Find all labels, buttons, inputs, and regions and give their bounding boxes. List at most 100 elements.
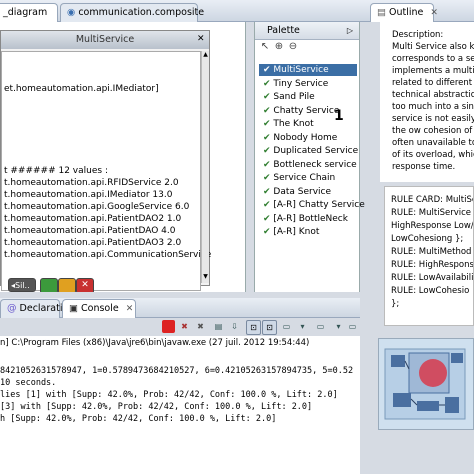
ms-line: t.homeautomation.api.PatientDAO3 2.0 xyxy=(4,238,182,248)
close-icon[interactable]: ✕ xyxy=(430,8,438,18)
description-line: Description: xyxy=(392,30,444,40)
terminate-icon[interactable] xyxy=(162,320,175,333)
palette-item[interactable]: ✔ [A-R] Knot xyxy=(259,226,357,238)
open-console-icon[interactable]: ▭ xyxy=(314,320,327,333)
console-line: 10 seconds. xyxy=(0,378,57,388)
ms-line: t.homeautomation.api.RFIDService 2.0 xyxy=(4,178,179,188)
palette-item[interactable]: ✔ Tiny Service xyxy=(259,78,357,90)
scroll-up-icon[interactable]: ▲ xyxy=(202,51,209,59)
pin-console-icon[interactable]: ▭ xyxy=(280,320,293,333)
check-icon: ✔ xyxy=(263,65,274,75)
palette-item-label: Chatty Service xyxy=(273,105,340,116)
description-line: too much into a single xyxy=(392,102,474,112)
sil-button[interactable]: ◂Sil.. xyxy=(8,278,36,292)
palette-item-label: Duplicated Service xyxy=(273,146,359,156)
vertical-scrollbar[interactable]: ▲ ▼ xyxy=(201,51,209,283)
console-line: h [Supp: 42.0%, Prob: 42/42, Conf: 100.0… xyxy=(0,414,277,424)
description-line: related to different bu xyxy=(392,78,474,88)
thumbnail-graphic xyxy=(384,348,466,420)
rule-card-pane: RULE CARD: MultiSe RULE: MultiService { … xyxy=(384,186,474,326)
declaration-icon: @ xyxy=(7,303,17,314)
palette-item-label: The Knot xyxy=(273,119,314,129)
description-line: response time. xyxy=(392,162,456,172)
palette-item[interactable]: ✔ [A-R] Chatty Service xyxy=(259,199,365,211)
show-stdout-icon[interactable]: ⊡ xyxy=(246,320,261,335)
multiservice-window[interactable]: MultiService ✕ et.homeautomation.api.IMe… xyxy=(0,30,211,291)
check-icon: ✔ xyxy=(263,227,274,237)
console-menu-icon[interactable]: ▾ xyxy=(332,320,345,333)
zoom-in-icon[interactable]: ⊕ xyxy=(273,41,285,53)
console-line: lies [1] with [Supp: 42.0%, Prob: 42/42,… xyxy=(0,390,338,400)
tab-declaration[interactable]: @ Declaration xyxy=(0,299,74,318)
palette-item[interactable]: ✔ Duplicated Service xyxy=(259,145,359,157)
description-line: often unavailable to e xyxy=(392,138,474,148)
multiservice-content: et.homeautomation.api.IMediator] t #####… xyxy=(1,51,211,291)
tab-communication-label: communication.composite xyxy=(78,7,205,18)
scroll-down-icon[interactable]: ▼ xyxy=(202,273,209,281)
clear-console-icon[interactable]: ▤ xyxy=(212,320,225,333)
rule-line: }; xyxy=(391,299,400,309)
diagram-canvas[interactable]: MultiService ✕ et.homeautomation.api.IMe… xyxy=(0,22,246,292)
tab-console[interactable]: ▣ Console ✕ xyxy=(62,299,136,318)
check-icon: ✔ xyxy=(263,200,274,210)
ms-line: t.homeautomation.api.GoogleService 6.0 xyxy=(4,202,190,212)
zoom-out-icon[interactable]: ⊖ xyxy=(287,41,299,53)
remove-all-icon[interactable]: ✖ xyxy=(194,320,207,333)
palette-item-label: Service Chain xyxy=(273,173,336,183)
palette-title: Palette xyxy=(267,25,300,36)
check-icon: ✔ xyxy=(263,78,274,89)
palette-item[interactable]: ✔ Nobody Home xyxy=(259,132,357,144)
palette-item-label: [A-R] BottleNeck xyxy=(273,213,348,224)
editor-tab-bar: _diagram ◉ communication.composite xyxy=(0,0,368,22)
scroll-lock-icon[interactable]: ⇩ xyxy=(228,320,241,333)
palette-item[interactable]: ✔ Service Chain xyxy=(259,172,357,184)
palette-item[interactable]: ✔ [A-R] BottleNeck xyxy=(259,213,357,225)
palette-item[interactable]: ✔ Bottleneck service xyxy=(259,159,357,171)
outline-icon: ▤ xyxy=(377,7,386,18)
remove-launch-icon[interactable]: ✖ xyxy=(178,320,191,333)
description-line: of its overload, which xyxy=(392,150,474,160)
tab-diagram[interactable]: _diagram xyxy=(0,3,58,22)
palette-item-label: Nobody Home xyxy=(273,132,338,143)
check-icon: ✔ xyxy=(263,173,274,183)
minimize-icon[interactable]: ▭ xyxy=(346,320,359,333)
bottom-tab-bar: @ Declaration ▣ Console ✕ xyxy=(0,298,360,318)
minimize-button[interactable] xyxy=(40,278,58,292)
palette-header: Palette ▷ xyxy=(255,22,359,40)
palette-item-label: Tiny Service xyxy=(273,78,329,89)
description-line: corresponds to a serv xyxy=(392,54,474,64)
maximize-button[interactable] xyxy=(58,278,76,292)
console-icon: ▣ xyxy=(69,303,78,314)
palette-collapse-icon[interactable]: ▷ xyxy=(347,22,353,40)
palette-item-label: MultiService xyxy=(273,65,329,75)
close-icon[interactable]: ✕ xyxy=(126,304,134,314)
console-output[interactable]: n] C:\Program Files (x86)\Java\jre6\bin\… xyxy=(0,336,360,474)
tab-communication-composite[interactable]: ◉ communication.composite xyxy=(60,3,204,22)
palette-item-label: Data Service xyxy=(273,186,332,197)
tab-outline-label: Outline xyxy=(389,7,424,18)
palette-item[interactable]: ✔ MultiService xyxy=(259,64,357,76)
palette-item[interactable]: ✔ Sand Pile xyxy=(259,91,357,103)
ms-line: t.homeautomation.api.PatientDAO2 1.0 xyxy=(4,214,182,224)
close-icon[interactable]: ✕ xyxy=(197,34,207,44)
description-line: implements a multitu xyxy=(392,66,474,76)
palette-item[interactable]: ✔ Data Service xyxy=(259,186,357,198)
display-console-icon[interactable]: ▾ xyxy=(296,320,309,333)
rule-line: RULE: MultiService { xyxy=(391,208,474,218)
rule-line: RULE CARD: MultiSe xyxy=(391,195,474,205)
console-line: [3] with [Supp: 42.0%, Prob: 42/42, Conf… xyxy=(0,402,313,412)
console-line: 84210526315789​47, 1=0.5789473684210527,… xyxy=(0,366,354,376)
select-arrow-icon[interactable]: ↖ xyxy=(259,41,271,53)
rule-line: RULE: MultiMethod { xyxy=(391,247,474,257)
check-icon: ✔ xyxy=(263,132,274,143)
palette-item-label: Sand Pile xyxy=(273,92,315,102)
window-control-bar: ◂Sil.. ✕ xyxy=(8,278,94,292)
diagram-thumbnail[interactable] xyxy=(378,338,474,430)
outline-tab-bar: ▤ Outline ✕ xyxy=(368,0,474,22)
show-stderr-icon[interactable]: ⊡ xyxy=(262,320,277,335)
check-icon: ✔ xyxy=(263,119,274,129)
description-line: technical abstraction xyxy=(392,90,474,100)
close-button[interactable]: ✕ xyxy=(76,278,94,292)
tab-outline[interactable]: ▤ Outline ✕ xyxy=(370,3,438,22)
palette-item-label: Bottleneck service xyxy=(273,159,357,170)
